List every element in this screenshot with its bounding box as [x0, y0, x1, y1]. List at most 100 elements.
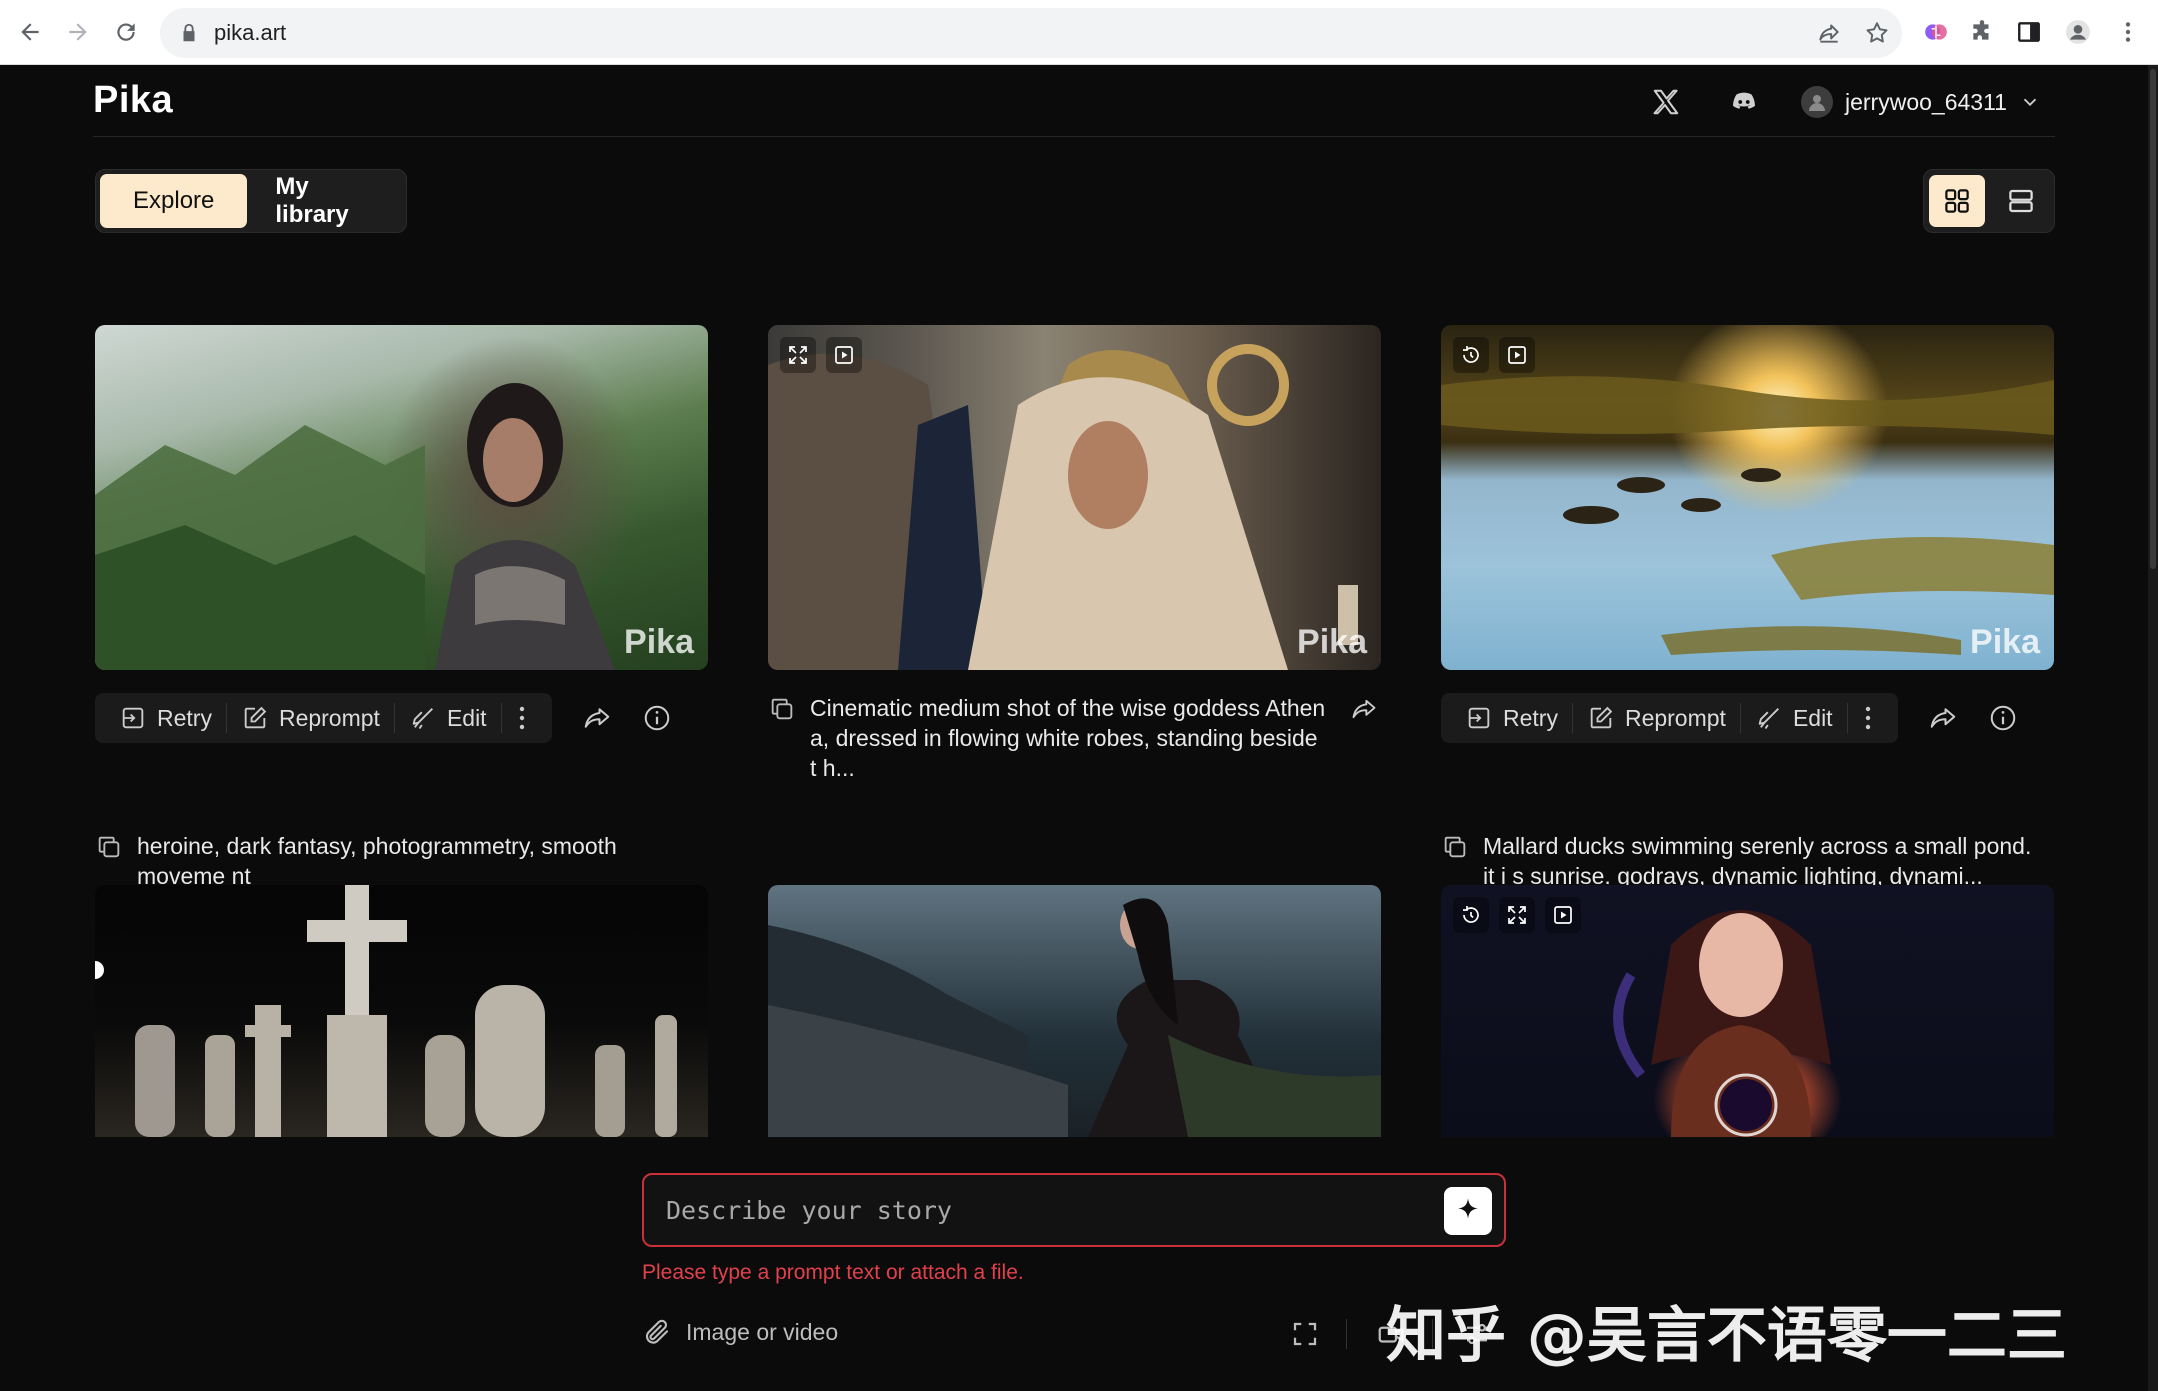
reload-icon — [117, 23, 135, 41]
reprompt-button[interactable]: Reprompt — [227, 693, 394, 743]
more-options-button[interactable] — [502, 693, 542, 743]
arrow-left-icon — [21, 23, 39, 41]
browser-toolbar: pika.art — [0, 0, 2158, 65]
back-button[interactable] — [12, 14, 48, 50]
generate-button[interactable] — [1444, 1187, 1492, 1235]
copy-icon[interactable] — [1441, 833, 1469, 861]
retry-icon — [122, 707, 144, 729]
timer-icon — [1463, 906, 1479, 923]
scene-art — [768, 344, 1358, 670]
edit-button[interactable]: Edit — [1741, 693, 1847, 743]
video-thumbnail[interactable] — [1441, 885, 2054, 1137]
video-card: Pika Retry Reprompt Edit — [95, 325, 708, 889]
story-input[interactable] — [666, 1175, 1426, 1245]
retry-label: Retry — [157, 704, 212, 731]
chevron-down-icon — [2023, 98, 2037, 107]
crop-frame-icon — [1293, 1322, 1317, 1346]
reprompt-button[interactable]: Reprompt — [1573, 693, 1740, 743]
share-button[interactable] — [1918, 693, 1968, 743]
address-bar[interactable]: pika.art — [160, 8, 1902, 58]
view-tabs: Explore My library — [95, 169, 407, 233]
video-thumbnail[interactable]: Pika — [768, 325, 1381, 670]
aspect-ratio-button[interactable] — [1287, 1316, 1323, 1352]
vertical-dots-icon — [2125, 22, 2131, 42]
user-menu[interactable]: jerrywoo_64311 — [1801, 83, 2041, 121]
remix-timer-button[interactable] — [1453, 337, 1489, 373]
zhihu-watermark: 知乎 @吴言不语零一二三 — [1386, 1301, 2067, 1371]
card-actions: Retry Reprompt Edit — [1441, 693, 2028, 743]
play-button[interactable] — [826, 337, 862, 373]
tab-my-library[interactable]: My library — [251, 173, 402, 228]
info-button[interactable] — [1978, 693, 2028, 743]
prompt-text-row: heroine, dark fantasy, photogrammetry, s… — [95, 831, 705, 891]
info-icon — [644, 705, 669, 731]
copy-icon[interactable] — [768, 695, 796, 723]
profile-button[interactable] — [2062, 16, 2094, 48]
video-card — [768, 885, 1381, 1137]
edit-square-icon — [1590, 706, 1613, 729]
attach-media-button[interactable]: Image or video — [642, 1317, 838, 1347]
retry-button[interactable]: Retry — [105, 693, 226, 743]
vertical-dots-icon — [1865, 706, 1870, 730]
extensions-button[interactable] — [1966, 16, 1998, 48]
video-thumbnail[interactable] — [768, 885, 1381, 1137]
play-button[interactable] — [1499, 337, 1535, 373]
video-card: Pika Retry Reprompt Edit — [1441, 325, 2054, 889]
play-button[interactable] — [1545, 897, 1581, 933]
share-button[interactable] — [572, 693, 622, 743]
fullscreen-button[interactable] — [780, 337, 816, 373]
reprompt-label: Reprompt — [278, 704, 380, 731]
copy-icon[interactable] — [95, 833, 123, 861]
edit-button[interactable]: Edit — [395, 693, 501, 743]
video-thumbnail[interactable] — [95, 885, 708, 1137]
video-thumbnail[interactable]: Pika — [95, 325, 708, 670]
expand-icon — [1508, 906, 1526, 924]
scrollbar-thumb[interactable] — [2150, 69, 2156, 569]
side-panel-icon — [2018, 22, 2040, 42]
url-text: pika.art — [214, 20, 287, 45]
retry-button[interactable]: Retry — [1451, 693, 1572, 743]
puzzle-icon — [1973, 20, 1989, 40]
user-avatar-icon — [1809, 95, 1825, 111]
video-card: Pika Cinematic medium shot of the wise g… — [768, 325, 1381, 781]
story-prompt-box — [642, 1173, 1506, 1247]
pika-watermark: Pika — [1297, 623, 1367, 661]
vertical-dots-icon — [519, 706, 524, 730]
reload-button[interactable] — [108, 14, 144, 50]
lock-icon — [183, 23, 195, 42]
tab-explore[interactable]: Explore — [100, 174, 248, 228]
bookmark-star-icon[interactable] — [1864, 20, 1890, 46]
list-icon — [2009, 189, 2033, 213]
fullscreen-button[interactable] — [1499, 897, 1535, 933]
pika-watermark: Pika — [624, 623, 694, 661]
browser-menu-button[interactable] — [2112, 16, 2144, 48]
more-options-button[interactable] — [1848, 693, 1888, 743]
arrow-right-icon — [69, 23, 87, 41]
play-icon — [835, 346, 853, 364]
info-icon — [1990, 705, 2015, 731]
prompt-text: heroine, dark fantasy, photogrammetry, s… — [137, 833, 617, 889]
edit-label: Edit — [1792, 704, 1833, 731]
info-button[interactable] — [632, 693, 682, 743]
share-arrow-icon[interactable] — [1350, 695, 1378, 723]
share-page-icon[interactable] — [1816, 20, 1842, 46]
grid-view-button[interactable] — [1929, 175, 1985, 227]
discord-link[interactable] — [1727, 85, 1761, 119]
action-group: Retry Reprompt Edit — [1441, 693, 1898, 743]
share-arrow-icon — [1930, 708, 1955, 728]
prompt-text: Cinematic medium shot of the wise goddes… — [810, 695, 1326, 781]
page-scrollbar[interactable] — [2148, 65, 2158, 1391]
remix-timer-button[interactable] — [1453, 897, 1489, 933]
brain-extension-button[interactable] — [1920, 16, 1952, 48]
timer-icon — [1463, 346, 1479, 363]
side-panel-button[interactable] — [2013, 16, 2045, 48]
list-view-button[interactable] — [1993, 175, 2049, 227]
video-thumbnail[interactable]: Pika — [1441, 325, 2054, 670]
retry-icon — [1468, 707, 1490, 729]
divider — [1346, 1319, 1347, 1349]
play-icon — [1508, 346, 1526, 364]
avatar — [1801, 86, 1833, 118]
forward-button[interactable] — [60, 14, 96, 50]
pika-logo[interactable]: Pika — [93, 79, 173, 122]
x-link[interactable] — [1649, 85, 1683, 119]
